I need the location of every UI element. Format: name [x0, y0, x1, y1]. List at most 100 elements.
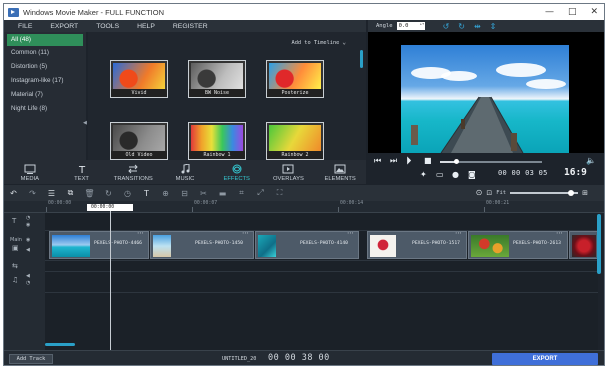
- export-button[interactable]: EXPORT: [492, 353, 598, 365]
- maximize-button[interactable]: □: [568, 7, 577, 17]
- stop-button[interactable]: ■: [424, 156, 432, 165]
- microphone-icon[interactable]: ●: [452, 170, 459, 179]
- next-frame-icon[interactable]: ⏭: [390, 156, 397, 166]
- category-all[interactable]: All (48): [7, 34, 83, 46]
- copy-icon[interactable]: ⧉: [61, 188, 80, 198]
- rotate-left-icon[interactable]: ↺: [443, 22, 450, 31]
- video-track-icon: ▣: [12, 244, 19, 252]
- clip-menu-icon[interactable]: ⋯: [556, 229, 563, 237]
- music-icon: [181, 164, 190, 174]
- pier-drawing: [411, 96, 524, 153]
- redo-icon[interactable]: ↷: [23, 189, 42, 198]
- preview-scrubber[interactable]: [440, 159, 542, 164]
- timeline-vertical-scrollbar[interactable]: [597, 214, 601, 274]
- effect-posterize[interactable]: Posterize: [266, 60, 324, 98]
- zoom-max-icon[interactable]: ⊞: [582, 189, 588, 197]
- flip-horizontal-icon[interactable]: ⇹: [474, 22, 481, 31]
- record-icon[interactable]: ⊙: [476, 188, 483, 197]
- fullscreen-icon[interactable]: ⛶: [270, 188, 289, 198]
- timer-icon[interactable]: ⊕: [156, 189, 175, 198]
- minimize-button[interactable]: —: [545, 7, 554, 17]
- tab-elements[interactable]: ELEMENTS: [314, 160, 366, 184]
- clip-menu-icon[interactable]: ⋯: [347, 229, 354, 237]
- cut-icon[interactable]: ✂: [194, 189, 213, 198]
- timeline-clip[interactable]: PEXELS-PHOTO-4466 ⋯: [49, 229, 149, 259]
- effect-vivid[interactable]: Vivid: [110, 60, 168, 98]
- close-button[interactable]: ✕: [590, 7, 598, 17]
- timeline-clip[interactable]: PEXELS-PHOTO-2613 ⋯: [468, 229, 568, 259]
- scrubber-handle[interactable]: [454, 159, 460, 164]
- add-track-button[interactable]: Add Track: [9, 354, 53, 364]
- category-instagram-like[interactable]: Instagram-like (17): [4, 74, 86, 88]
- play-button[interactable]: ⏵: [406, 154, 412, 168]
- speed-icon[interactable]: ◷: [118, 189, 137, 198]
- effect-bw-noise[interactable]: BW Noise: [188, 60, 246, 98]
- previous-frame-icon[interactable]: ⏮: [374, 156, 381, 166]
- fit-icon[interactable]: ⊡: [486, 189, 492, 197]
- snapshot-icon[interactable]: ◙: [468, 170, 476, 179]
- clip-menu-icon[interactable]: ⋯: [242, 229, 249, 237]
- visibility-icon[interactable]: ◉: [26, 237, 30, 243]
- comment-icon[interactable]: ▬: [213, 189, 232, 198]
- angle-input[interactable]: 0.0: [396, 21, 425, 30]
- timeline-clip[interactable]: [569, 231, 598, 259]
- tab-music[interactable]: MUSIC: [159, 160, 211, 184]
- add-to-timeline-dropdown[interactable]: Add to Timeline ⌄: [292, 39, 346, 46]
- project-duration: 00 00 38 00: [268, 353, 330, 363]
- tab-effects[interactable]: EFFECTS: [211, 160, 263, 184]
- camera-icon[interactable]: ▭: [436, 170, 444, 179]
- tab-text[interactable]: T TEXT: [56, 160, 108, 184]
- zoom-slider[interactable]: [510, 189, 579, 196]
- aspect-ratio[interactable]: 16:9: [564, 167, 587, 178]
- effect-old-video[interactable]: Old Video: [110, 122, 168, 160]
- rotate-right-icon[interactable]: ↻: [458, 22, 465, 31]
- lock-icon[interactable]: ◔: [26, 215, 30, 221]
- lock-icon[interactable]: ◔: [26, 280, 30, 286]
- visibility-icon[interactable]: ◉: [26, 222, 30, 228]
- crop-icon[interactable]: ⌗: [232, 188, 251, 198]
- zoom-handle[interactable]: [568, 189, 575, 196]
- menu-tools[interactable]: TOOLS: [96, 23, 119, 30]
- settings-sliders-icon[interactable]: ☰: [42, 189, 61, 198]
- tab-transitions[interactable]: TRANSITIONS: [107, 160, 159, 184]
- category-common[interactable]: Common (11): [4, 46, 86, 60]
- flip-vertical-icon[interactable]: ⇕: [490, 22, 497, 31]
- timeline-clip[interactable]: PEXELS-PHOTO-1450 ⋯: [150, 229, 254, 259]
- collapse-panel-icon[interactable]: ◀: [83, 120, 87, 126]
- menu-help[interactable]: HELP: [137, 23, 155, 30]
- ruler-tick: 00:00:07: [191, 201, 218, 212]
- category-night-life[interactable]: Night Life (8): [4, 102, 86, 116]
- resize-icon[interactable]: ⤢: [251, 188, 270, 198]
- volume-icon[interactable]: 🔈: [586, 156, 596, 165]
- tab-label: TEXT: [74, 176, 89, 182]
- timeline-clip[interactable]: PEXELS-PHOTO-4140 ⋯: [255, 229, 359, 259]
- timeline-clip[interactable]: PEXELS-PHOTO-1517 ⋯: [367, 229, 467, 259]
- menu-file[interactable]: FILE: [18, 23, 32, 30]
- playhead-time[interactable]: 00:00:00: [87, 204, 133, 211]
- clip-thumbnail: [52, 235, 90, 257]
- menu-export[interactable]: EXPORT: [50, 23, 78, 30]
- effect-rainbow-2[interactable]: Rainbow 2: [266, 122, 324, 160]
- undo-icon[interactable]: ↶: [4, 189, 23, 198]
- timeline-horizontal-scrollbar[interactable]: [45, 343, 75, 346]
- mute-icon[interactable]: ◀: [26, 247, 30, 253]
- text-tool-icon[interactable]: T: [137, 189, 156, 198]
- tab-label: MEDIA: [20, 176, 40, 182]
- clip-menu-icon[interactable]: ⋯: [455, 229, 462, 237]
- clip-menu-icon[interactable]: ⋯: [137, 229, 144, 237]
- menu-register[interactable]: REGISTER: [173, 23, 208, 30]
- playhead-line[interactable]: [110, 211, 111, 350]
- window-controls: — □ ✕: [545, 4, 598, 20]
- tab-media[interactable]: MEDIA: [4, 160, 56, 184]
- tab-overlays[interactable]: OVERLAYS: [263, 160, 315, 184]
- media-icon: [24, 164, 36, 174]
- rotate-icon[interactable]: ↻: [99, 189, 118, 198]
- library-scrollbar[interactable]: [360, 50, 363, 68]
- delete-icon[interactable]: 🗑: [80, 189, 99, 198]
- category-material[interactable]: Material (7): [4, 88, 86, 102]
- category-distortion[interactable]: Distortion (5): [4, 60, 86, 74]
- split-icon[interactable]: ⊟: [175, 189, 194, 198]
- mute-icon[interactable]: ◀: [26, 273, 30, 279]
- effects-wand-icon[interactable]: ✦: [420, 170, 427, 179]
- effect-rainbow-1[interactable]: Rainbow 1: [188, 122, 246, 160]
